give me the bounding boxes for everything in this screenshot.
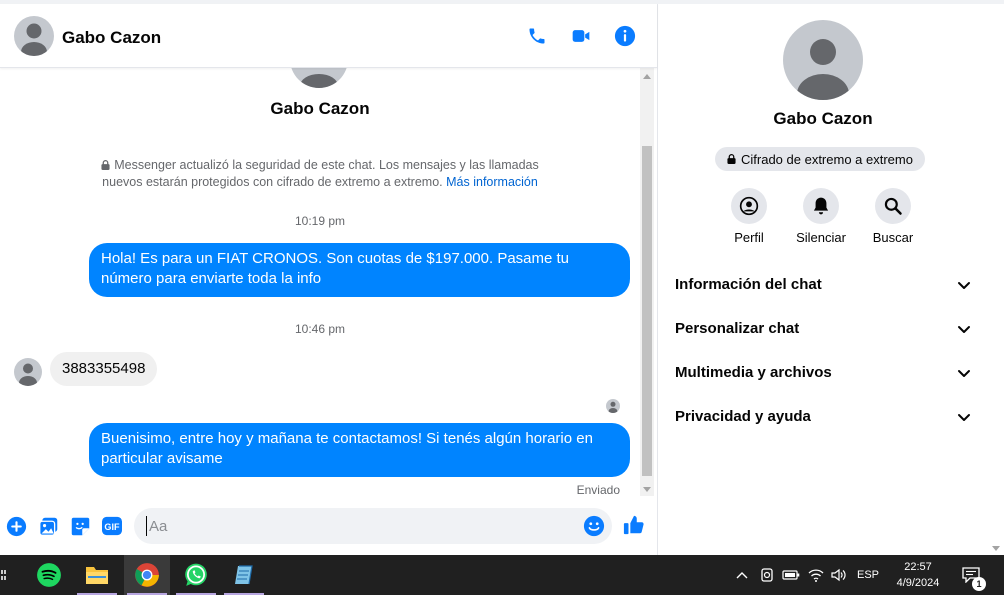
message-input-wrapper xyxy=(134,508,612,544)
task-view-edge[interactable] xyxy=(0,555,8,595)
show-hidden-icons-chevron-up-icon[interactable] xyxy=(733,555,751,595)
chevron-down-icon xyxy=(958,414,970,421)
scroll-up-arrow[interactable] xyxy=(643,74,651,79)
sender-avatar xyxy=(14,358,42,386)
gif-label: GIF xyxy=(104,522,120,532)
profile-label: Perfil xyxy=(734,230,764,245)
mute-button[interactable]: Silenciar xyxy=(786,188,856,245)
video-camera-icon[interactable] xyxy=(569,24,593,48)
message-scrollbar[interactable] xyxy=(640,68,654,496)
incoming-message[interactable]: 3883355498 xyxy=(50,352,158,386)
whatsapp-icon[interactable] xyxy=(173,555,219,595)
info-avatar xyxy=(783,20,863,100)
photo-icon[interactable] xyxy=(37,515,59,537)
input-language[interactable]: ESP xyxy=(853,555,883,595)
spotify-icon[interactable] xyxy=(26,555,72,595)
e2e-badge[interactable]: Cifrado de extremo a extremo xyxy=(715,147,925,171)
chat-header: Gabo Cazon xyxy=(0,4,657,68)
wifi-icon[interactable] xyxy=(806,555,826,595)
intro-avatar xyxy=(290,68,348,88)
mute-label: Silenciar xyxy=(796,230,846,245)
timestamp: 10:46 pm xyxy=(294,322,346,336)
battery-icon[interactable] xyxy=(781,555,801,595)
contact-avatar[interactable] xyxy=(14,16,54,56)
more-info-link[interactable]: Más información xyxy=(446,175,538,189)
info-name: Gabo Cazon xyxy=(773,109,873,128)
clock-date: 4/9/2024 xyxy=(896,577,940,589)
scrollbar-thumb[interactable] xyxy=(642,146,652,476)
info-icon[interactable] xyxy=(613,24,637,48)
section-title: Multimedia y archivos xyxy=(675,364,832,381)
message-list[interactable]: Gabo Cazon Messenger actualizó la seguri… xyxy=(0,68,640,498)
volume-icon[interactable] xyxy=(828,555,850,595)
windows-taskbar: ESP 22:57 4/9/2024 1 xyxy=(0,555,1004,595)
profile-icon xyxy=(739,196,759,216)
gif-icon[interactable]: GIF xyxy=(101,515,123,537)
chat-info-panel: Gabo Cazon Cifrado de extremo a extremo … xyxy=(658,4,988,555)
search-label: Buscar xyxy=(872,230,914,245)
section-title: Privacidad y ayuda xyxy=(675,408,811,425)
lock-icon xyxy=(101,160,110,170)
message-input[interactable] xyxy=(146,516,576,536)
composer: GIF xyxy=(0,505,657,549)
section-title: Personalizar chat xyxy=(675,320,800,337)
search-icon xyxy=(884,197,902,215)
search-button[interactable]: Buscar xyxy=(858,188,928,245)
contact-name[interactable]: Gabo Cazon xyxy=(62,28,161,48)
timestamp: 10:19 pm xyxy=(294,214,346,228)
section-media-files[interactable]: Multimedia y archivos xyxy=(658,351,988,395)
chevron-down-icon xyxy=(958,282,970,289)
chat-panel: Gabo Cazon Gabo Cazon Messenger actualiz… xyxy=(0,4,657,555)
lock-icon xyxy=(727,154,736,164)
chrome-icon[interactable] xyxy=(124,555,170,595)
messenger-window: Gabo Cazon Gabo Cazon Messenger actualiz… xyxy=(0,0,1004,555)
chevron-down-icon xyxy=(958,326,970,333)
chevron-down-icon xyxy=(958,370,970,377)
sticker-icon[interactable] xyxy=(69,515,91,537)
section-chat-info[interactable]: Información del chat xyxy=(658,263,988,307)
thumbs-up-icon[interactable] xyxy=(623,514,645,536)
intro-name: Gabo Cazon xyxy=(270,99,370,118)
notepad-icon[interactable] xyxy=(221,555,267,595)
section-customize-chat[interactable]: Personalizar chat xyxy=(658,307,988,351)
scroll-down-arrow[interactable] xyxy=(992,546,1000,551)
taskbar-clock[interactable]: 22:57 4/9/2024 xyxy=(886,559,950,591)
outgoing-message[interactable]: Hola! Es para un FIAT CRONOS. Son cuotas… xyxy=(89,243,630,297)
phone-icon[interactable] xyxy=(525,24,549,48)
meet-now-icon[interactable] xyxy=(757,555,777,595)
plus-circle-icon[interactable] xyxy=(5,515,27,537)
profile-button[interactable]: Perfil xyxy=(714,188,784,245)
bell-icon xyxy=(813,197,829,215)
section-title: Información del chat xyxy=(675,276,822,293)
e2e-notice: Messenger actualizó la seguridad de este… xyxy=(90,157,550,191)
clock-time: 22:57 xyxy=(904,561,932,573)
e2e-badge-label: Cifrado de extremo a extremo xyxy=(741,151,913,167)
seen-indicator-avatar xyxy=(606,399,620,413)
page-scrollbar[interactable] xyxy=(988,4,1004,555)
section-privacy-help[interactable]: Privacidad y ayuda xyxy=(658,395,988,439)
outgoing-message[interactable]: Buenisimo, entre hoy y mañana te contact… xyxy=(89,423,630,477)
sent-status: Enviado xyxy=(576,483,620,497)
file-explorer-icon[interactable] xyxy=(74,555,120,595)
emoji-icon[interactable] xyxy=(583,515,605,537)
notification-count-badge: 1 xyxy=(972,577,986,591)
scroll-down-arrow[interactable] xyxy=(643,487,651,492)
